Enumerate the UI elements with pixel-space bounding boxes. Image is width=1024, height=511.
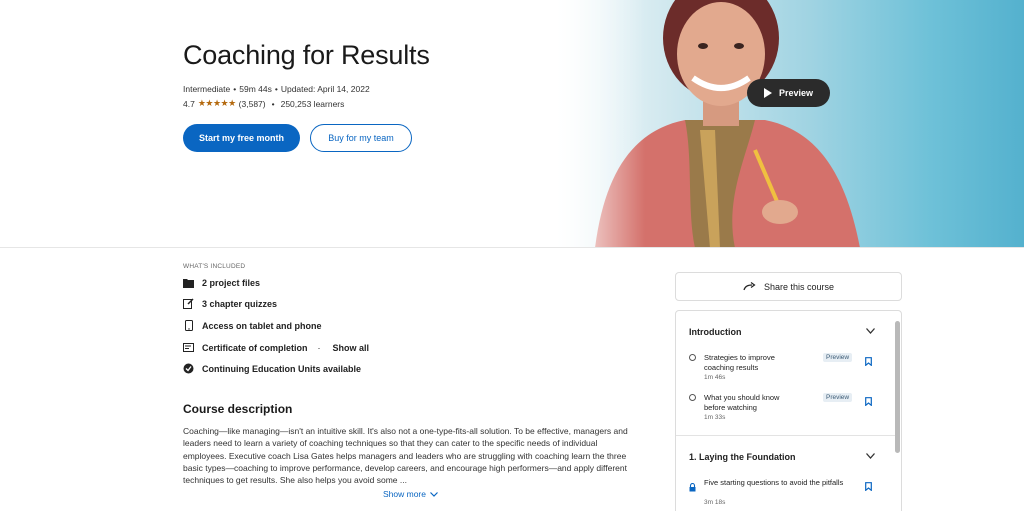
lesson-title[interactable]: Five starting questions to avoid the pit… [704,478,844,488]
show-more-label: Show more [383,489,426,499]
start-free-month-button[interactable]: Start my free month [183,124,300,152]
preview-button-label: Preview [778,88,814,98]
included-item-label: Continuing Education Units available [202,363,362,374]
included-item-label: Access on tablet and phone [202,320,322,331]
included-item-quizzes: 3 chapter quizzes [183,298,277,309]
progress-circle-icon [689,354,696,361]
contents-scrollbar[interactable] [895,321,900,453]
play-icon [763,88,772,98]
folder-icon [183,277,194,288]
included-item-label: Certificate of completion [202,342,308,353]
preview-button[interactable]: Preview [747,79,830,107]
included-item-label: 3 chapter quizzes [202,298,278,309]
certificate-icon [183,342,194,353]
bookmark-icon[interactable] [865,353,872,371]
edit-icon [183,298,194,309]
course-contents-panel: Introduction Strategies to improve coach… [675,310,902,511]
show-more-button[interactable]: Show more [383,489,438,499]
course-duration: 59m 44s [239,84,272,94]
chevron-down-icon[interactable] [866,451,875,461]
badge-icon [183,363,194,374]
section-title-introduction[interactable]: Introduction [689,327,742,337]
included-item-ceu: Continuing Education Units available [183,363,361,374]
learner-count: 250,253 learners [280,98,345,109]
preview-badge: Preview [823,353,853,362]
course-level: Intermediate [183,84,231,94]
course-rating-row: 4.7 ★★★★★ (3,587) • 250,253 learners [183,98,345,109]
share-course-button[interactable]: Share this course [675,272,902,301]
star-rating-icon: ★★★★★ [197,98,236,108]
course-meta: Intermediate • 59m 44s • Updated: April 14, … [183,84,370,94]
included-item-project-files: 2 project files [183,277,260,288]
course-updated: Updated: April 14, 2022 [280,84,370,94]
lesson-title[interactable]: Strategies to improve coaching results [704,353,792,373]
lock-icon [689,479,696,497]
buy-for-team-button[interactable]: Buy for my team [310,124,412,152]
chevron-down-icon[interactable] [866,326,875,336]
phone-icon [183,320,194,331]
lesson-duration: 1m 33s [704,414,726,421]
included-item-certificate: Certificate of completion · Show all [183,342,369,353]
section-divider [676,435,895,436]
included-item-label: 2 project files [202,277,261,288]
chevron-down-icon [430,491,438,497]
course-description-text: Coaching—like managing—isn't an intuitiv… [183,426,628,486]
share-icon [743,282,756,291]
share-course-label: Share this course [763,281,835,292]
whats-included-label: WHAT'S INCLUDED [183,263,246,270]
lesson-duration: 1m 46s [704,374,726,381]
course-preview-image[interactable] [555,0,1024,247]
course-hero: Coaching for Results Intermediate • 59m 44… [0,0,1024,248]
progress-circle-icon [689,394,696,401]
preview-badge: Preview [823,393,853,402]
section-title-laying-the-foundation[interactable]: 1. Laying the Foundation [689,452,796,462]
rating-value: 4.7 [183,98,195,109]
course-title: Coaching for Results [183,40,430,70]
bookmark-icon[interactable] [865,393,872,411]
included-item-devices: Access on tablet and phone [183,320,322,331]
show-all-link[interactable]: Show all [333,343,370,353]
bookmark-icon[interactable] [865,478,872,496]
lesson-title[interactable]: What you should know before watching [704,393,792,413]
lesson-duration: 3m 18s [704,499,726,506]
course-description-heading: Course description [183,402,293,416]
review-count[interactable]: (3,587) [239,99,266,109]
